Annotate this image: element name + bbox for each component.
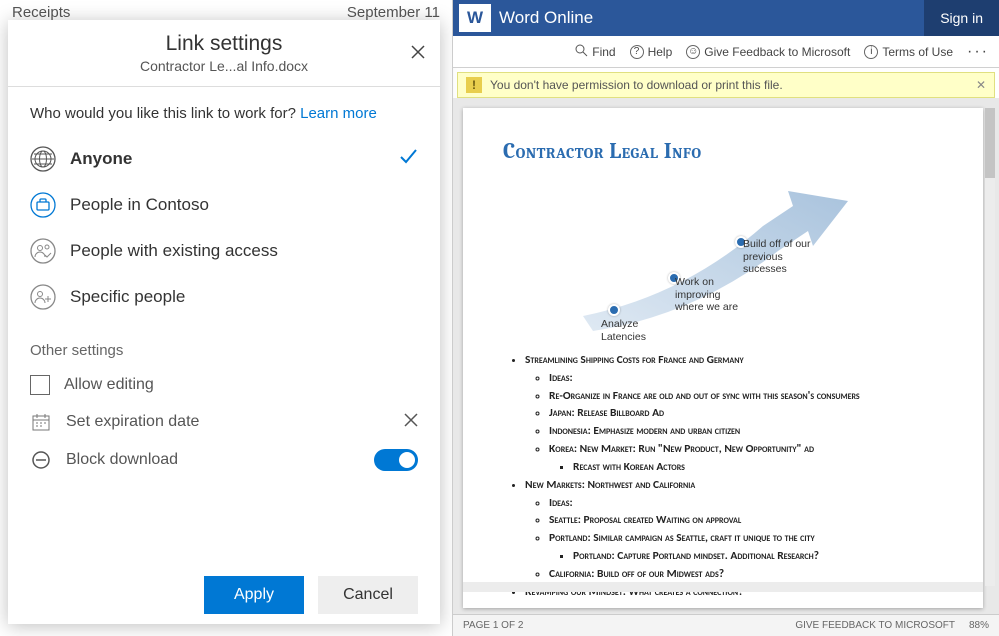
other-settings-label: Other settings: [30, 342, 418, 359]
allow-editing-row[interactable]: Allow editing: [30, 367, 418, 403]
dialog-footer: Apply Cancel: [8, 560, 440, 624]
help-icon: ?: [630, 45, 644, 59]
sign-in-button[interactable]: Sign in: [924, 0, 999, 36]
block-download-row: Block download: [30, 441, 418, 479]
terms-button[interactable]: i Terms of Use: [864, 45, 953, 59]
document-viewport[interactable]: Contractor Legal Info Analyze Latencies …: [453, 98, 999, 614]
allow-editing-label: Allow editing: [64, 376, 154, 394]
list-item: Korea: New Market: Run "New Product, New…: [549, 441, 947, 477]
list-item: Japan: Release Billboard Ad: [549, 405, 947, 423]
warning-text: You don't have permission to download or…: [490, 78, 783, 92]
app-name: Word Online: [499, 8, 593, 28]
prompt-text: Who would you like this link to work for…: [30, 105, 418, 122]
smiley-icon: ☺: [686, 45, 700, 59]
more-icon[interactable]: ···: [967, 43, 989, 61]
clear-expiration-icon[interactable]: [404, 413, 418, 432]
globe-icon: [30, 146, 56, 172]
zoom-level[interactable]: 88%: [969, 620, 989, 631]
list-item: Ideas:: [549, 370, 947, 388]
horizontal-scrollbar[interactable]: [463, 582, 983, 592]
option-existing[interactable]: People with existing access: [30, 228, 418, 274]
left-pane: Receipts September 11 Link settings Cont…: [0, 0, 452, 636]
list-item: California: Build off of our Midwest ads…: [549, 566, 947, 584]
bubble-2: Work on improving where we are: [675, 276, 745, 314]
status-bar: Page 1 of 2 Give feedback to Microsoft 8…: [453, 614, 999, 636]
option-label: Anyone: [70, 149, 132, 169]
apply-button[interactable]: Apply: [204, 576, 304, 614]
list-item: Re-Organize in France are old and out of…: [549, 388, 947, 406]
option-org[interactable]: People in Contoso: [30, 182, 418, 228]
calendar-icon: [30, 411, 52, 433]
info-icon: i: [864, 45, 878, 59]
cancel-button[interactable]: Cancel: [318, 576, 418, 614]
option-label: Specific people: [70, 287, 185, 307]
word-logo-icon: W: [459, 4, 491, 32]
list-item: Portland: Similar campaign as Seattle, c…: [549, 530, 947, 566]
dialog-subtitle: Contractor Le...al Info.docx: [48, 58, 400, 74]
link-settings-dialog: Link settings Contractor Le...al Info.do…: [8, 20, 440, 624]
feedback-button[interactable]: ☺ Give Feedback to Microsoft: [686, 45, 850, 59]
list-item: Portland: Capture Portland mindset. Addi…: [573, 548, 947, 566]
bubble-3: Build off of our previous sucesses: [743, 238, 813, 276]
list-item: Indonesia: Emphasize modern and urban ci…: [549, 423, 947, 441]
help-button[interactable]: ? Help: [630, 45, 673, 59]
status-feedback[interactable]: Give feedback to Microsoft: [795, 620, 955, 631]
expiration-label: Set expiration date: [66, 413, 199, 431]
dot-icon: [608, 304, 620, 316]
checkmark-icon: [398, 146, 418, 172]
option-specific[interactable]: Specific people: [30, 274, 418, 320]
backdrop-left: Receipts: [12, 4, 70, 21]
document-page: Contractor Legal Info Analyze Latencies …: [463, 108, 983, 608]
people-plus-icon: [30, 284, 56, 310]
page-indicator: Page 1 of 2: [463, 620, 523, 631]
option-label: People in Contoso: [70, 195, 209, 215]
checkbox-icon[interactable]: [30, 375, 50, 395]
dialog-body: Who would you like this link to work for…: [8, 87, 440, 560]
warning-close-icon[interactable]: ✕: [976, 78, 986, 92]
word-header: W Word Online Sign in: [453, 0, 999, 36]
find-button[interactable]: Find: [575, 44, 615, 60]
word-online-pane: W Word Online Sign in Find ? Help ☺ Give…: [452, 0, 999, 636]
option-label: People with existing access: [70, 241, 278, 261]
permission-warning: ! You don't have permission to download …: [457, 72, 995, 98]
list-item: Recast with Korean Actors: [573, 459, 947, 477]
briefcase-icon: [30, 192, 56, 218]
list-item: Ideas:: [549, 495, 947, 513]
people-check-icon: [30, 238, 56, 264]
learn-more-link[interactable]: Learn more: [300, 105, 377, 122]
vertical-scrollbar[interactable]: [985, 108, 995, 586]
list-item: Streamlining Shipping Costs for France a…: [525, 352, 947, 477]
dialog-title: Link settings: [48, 32, 400, 56]
dialog-header: Link settings Contractor Le...al Info.do…: [8, 20, 440, 87]
word-toolbar: Find ? Help ☺ Give Feedback to Microsoft…: [453, 36, 999, 68]
bubble-1: Analyze Latencies: [601, 318, 671, 343]
option-anyone[interactable]: Anyone: [30, 136, 418, 182]
document-content: Streamlining Shipping Costs for France a…: [503, 352, 947, 601]
block-download-icon: [30, 449, 52, 471]
backdrop-right: September 11: [347, 4, 440, 21]
warning-icon: !: [466, 77, 482, 93]
document-title: Contractor Legal Info: [503, 138, 947, 164]
list-item: Seattle: Proposal created Waiting on app…: [549, 512, 947, 530]
close-icon[interactable]: [410, 44, 426, 65]
block-download-label: Block download: [66, 451, 178, 469]
search-icon: [575, 44, 588, 60]
list-item: New Markets: Northwest and CaliforniaIde…: [525, 477, 947, 584]
block-download-toggle[interactable]: [374, 449, 418, 471]
expiration-row[interactable]: Set expiration date: [30, 403, 418, 441]
arrow-diagram: Analyze Latencies Work on improving wher…: [543, 176, 947, 346]
